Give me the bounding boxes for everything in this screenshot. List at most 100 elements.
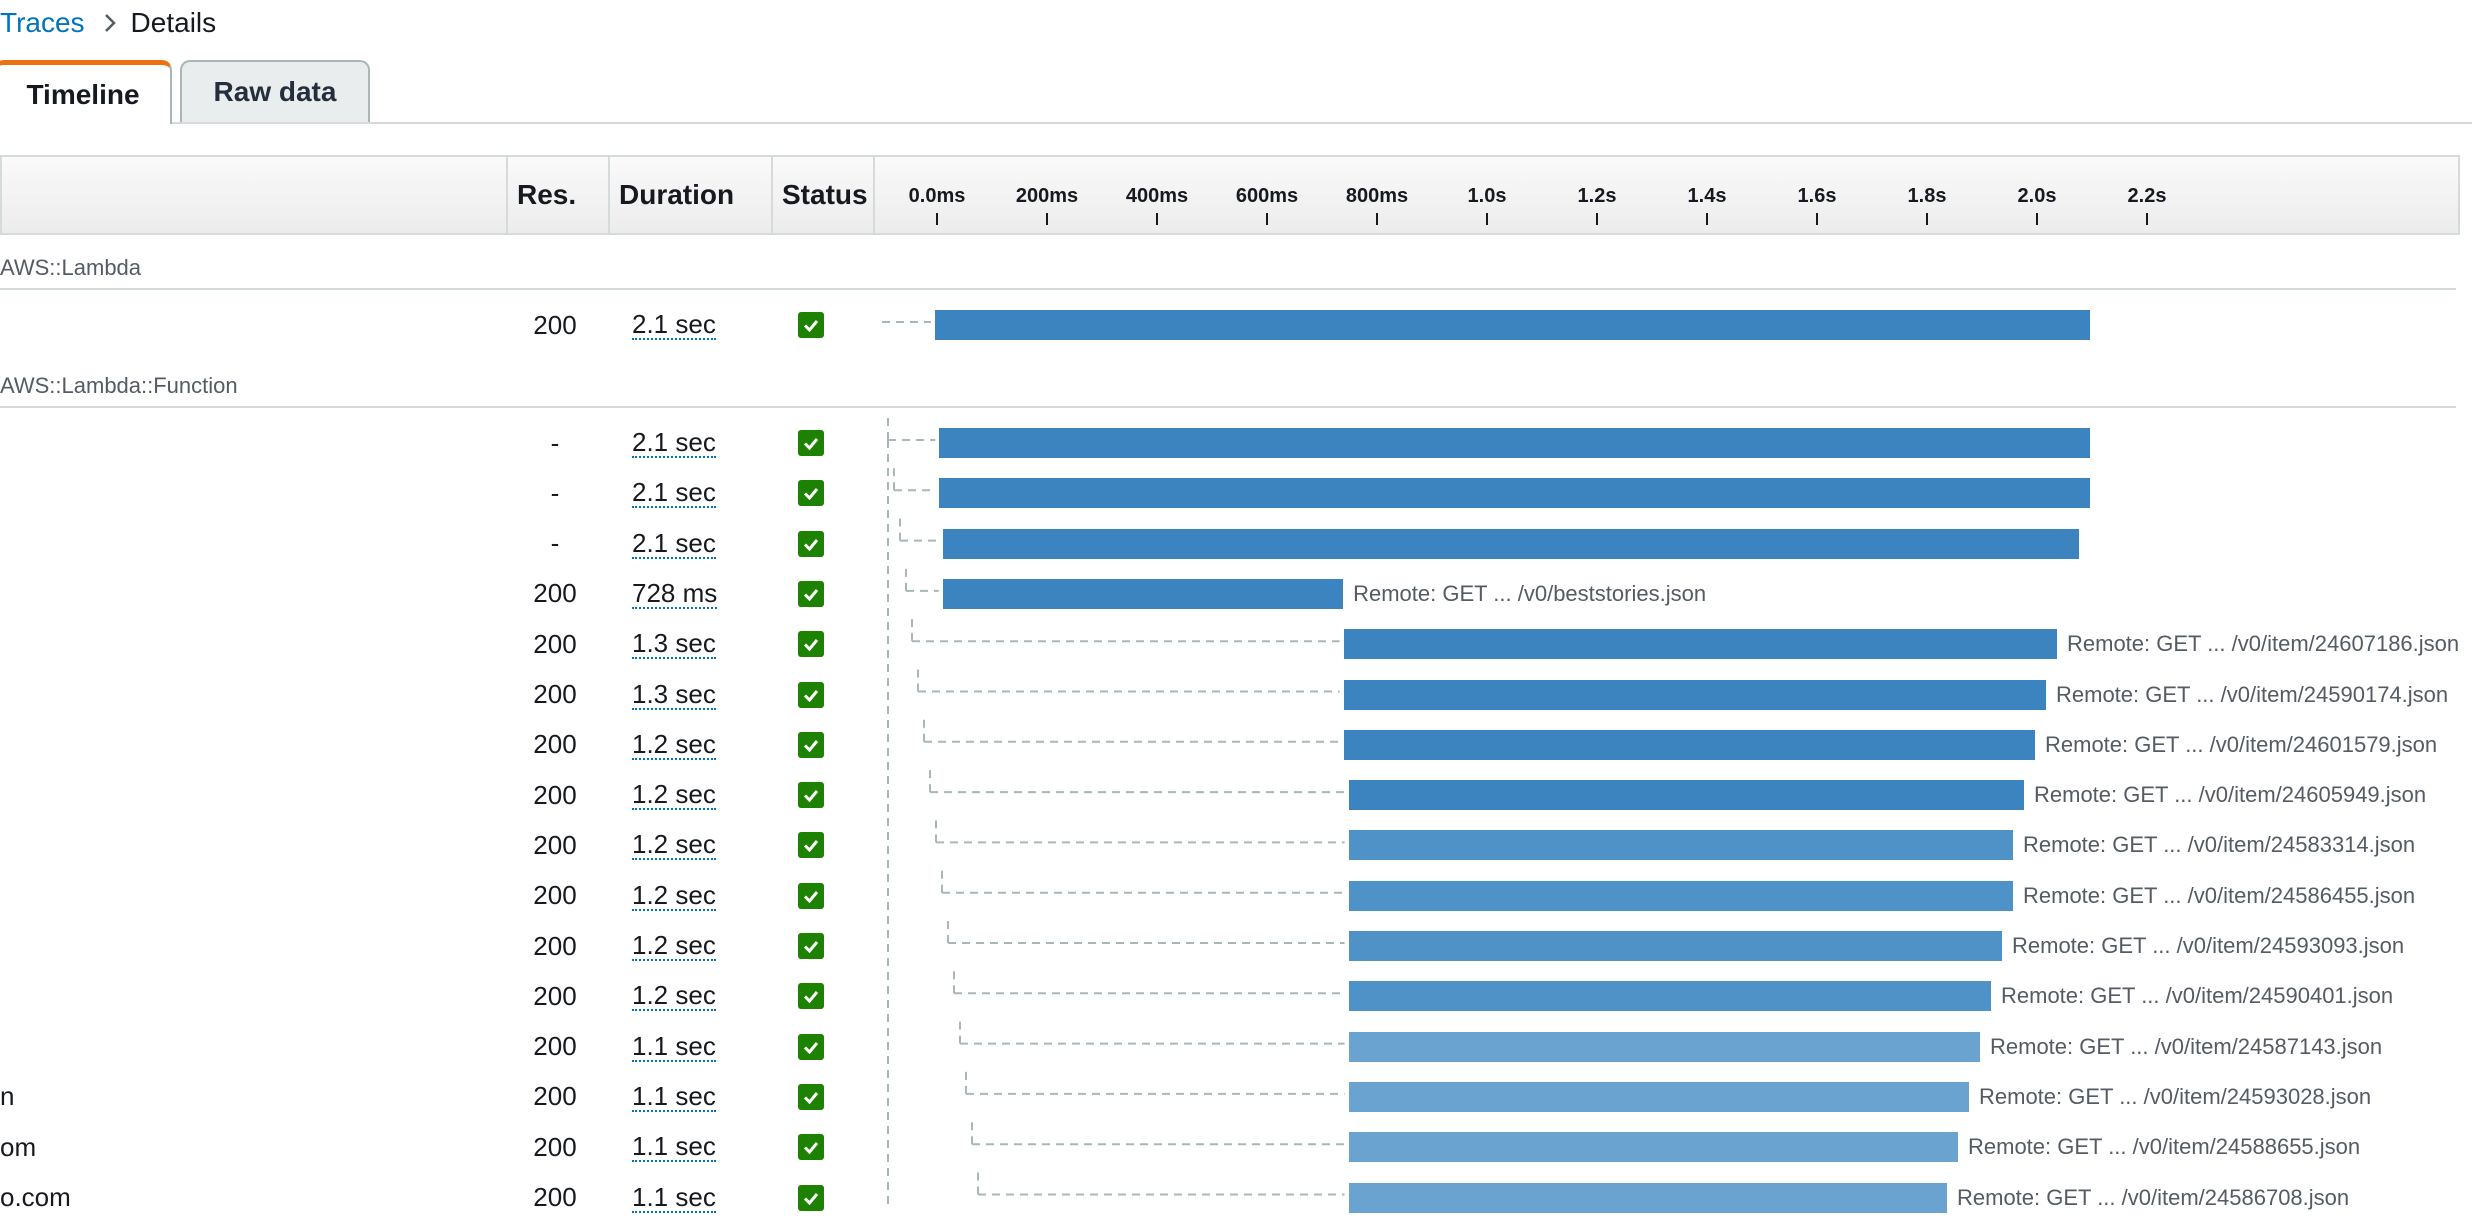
timeline-bar[interactable] [1348,1081,1969,1112]
duration-value[interactable]: 1.2 sec [632,770,716,820]
timeline-row[interactable]: n 200 1.1 sec Remote: GET ... /v0/item/2459… [0,1072,2472,1122]
duration-text: 1.2 sec [632,779,716,811]
status-ok-icon [798,1134,824,1161]
res-column-header[interactable]: Res. [517,157,576,233]
duration-value[interactable]: 1.3 sec [632,670,716,720]
timeline-row[interactable]: 200 2.1 sec [0,300,2472,350]
timeline-bar[interactable] [939,428,2090,458]
timeline-bar[interactable] [1348,1031,1980,1062]
timeline-row[interactable]: 200 1.2 sec Remote: GET ... /v0/item/24605… [0,770,2472,820]
duration-value[interactable]: 1.1 sec [632,1022,716,1072]
duration-text: 1.3 sec [632,628,716,660]
status-column-header[interactable]: Status [782,157,868,233]
group-header-lambda-function: AWS::Lambda::Function [0,373,238,398]
timeline-row[interactable]: 200 1.3 sec Remote: GET ... /v0/item/24590… [0,670,2472,720]
timeline-bar[interactable] [942,578,1344,609]
segment-name: om [0,1131,37,1162]
status-ok-icon [798,1033,824,1060]
timeline-bar[interactable] [1348,931,2002,961]
axis-tick-label: 2.2s [2127,185,2167,207]
duration-value[interactable]: 1.1 sec [632,1072,716,1122]
bar-label: Remote: GET ... /v0/item/24601579.json [2045,731,2438,757]
breadcrumb-traces-link[interactable]: Traces [0,7,85,39]
status-ok-icon [798,480,824,507]
duration-value[interactable]: 1.2 sec [632,921,716,971]
axis-tick-mark [1596,213,1598,225]
duration-value[interactable]: 728 ms [632,569,718,619]
timeline-bar[interactable] [1348,880,2013,911]
timeline-row[interactable]: 200 1.2 sec Remote: GET ... /v0/item/24583… [0,820,2472,870]
timeline-row[interactable]: 200 1.2 sec Remote: GET ... /v0/item/24586… [0,871,2472,921]
timeline-bar[interactable] [942,528,2079,559]
duration-value[interactable]: 1.1 sec [632,1122,716,1172]
response-code: 200 [533,980,577,1011]
axis-tick-label: 1.8s [1907,185,1947,207]
timeline-bar[interactable] [1348,1132,1958,1163]
timeline-row[interactable]: 200 1.2 sec Remote: GET ... /v0/item/24593… [0,921,2472,971]
response-code: 200 [533,309,577,340]
bar-label: Remote: GET ... /v0/item/24586455.json [2023,882,2416,908]
timeline-row[interactable]: 200 728 ms Remote: GET ... /v0/beststories… [0,569,2472,619]
timeline-row[interactable]: 200 1.2 sec Remote: GET ... /v0/item/24601… [0,720,2472,770]
response-code: 200 [533,1182,577,1212]
response-code: 200 [533,1131,577,1162]
timeline-row[interactable]: 200 1.1 sec Remote: GET ... /v0/item/24587… [0,1022,2472,1072]
axis-tick-label: 1.6s [1797,185,1837,207]
timeline-row[interactable]: om 200 1.1 sec Remote: GET ... /v0/item/245… [0,1122,2472,1172]
duration-value[interactable]: 2.1 sec [632,468,716,518]
axis-tick-mark [2146,213,2148,225]
axis-tick-label: 0.0ms [908,185,966,207]
duration-value[interactable]: 1.2 sec [632,971,716,1021]
duration-value[interactable]: 1.2 sec [632,871,716,921]
tab-raw-data[interactable]: Raw data [180,60,370,122]
timeline-row[interactable]: - 2.1 sec [0,468,2472,518]
timeline-bar[interactable] [1343,629,2057,660]
timeline-bar[interactable] [1348,1182,1947,1213]
timeline-bar[interactable] [935,310,2090,340]
duration-value[interactable]: 2.1 sec [632,418,716,468]
duration-text: 728 ms [632,577,718,609]
timeline-bar[interactable] [1343,679,2046,710]
duration-text: 1.2 sec [632,728,716,760]
duration-text: 2.1 sec [632,309,716,340]
group-header-lambda: AWS::Lambda [0,255,142,280]
axis-tick-mark [1706,213,1708,225]
status-ok-icon [798,832,824,859]
response-code: 200 [533,1081,577,1112]
axis-tick-label: 1.4s [1687,185,1727,207]
duration-value[interactable]: 2.1 sec [632,519,716,569]
status-ok-icon [798,1083,824,1110]
timeline-bar[interactable] [1348,830,2013,861]
duration-column-header[interactable]: Duration [619,157,734,233]
axis-tick-mark [1376,213,1378,225]
tab-bar: Timeline Raw data [0,60,2472,124]
duration-value[interactable]: 1.3 sec [632,619,716,669]
timeline-row[interactable]: 200 1.3 sec Remote: GET ... /v0/item/24607… [0,619,2472,669]
tab-timeline[interactable]: Timeline [0,60,172,124]
axis-tick-label: 1.2s [1577,185,1617,207]
timeline-row[interactable]: - 2.1 sec [0,418,2472,468]
group-divider [0,406,2456,408]
timeline-bar[interactable] [1348,780,2024,811]
timeline-bar[interactable] [1343,729,2035,760]
status-ok-icon [798,530,824,557]
timeline-row[interactable]: - 2.1 sec [0,519,2472,569]
duration-text: 2.1 sec [632,427,716,458]
timeline-row[interactable]: o.com 200 1.1 sec Remote: GET ... /v0/item/… [0,1173,2472,1223]
bar-label: Remote: GET ... /v0/item/24607186.json [2067,631,2460,657]
timeline-bar[interactable] [939,478,2090,509]
duration-value[interactable]: 1.2 sec [632,720,716,770]
duration-value[interactable]: 1.2 sec [632,820,716,870]
status-ok-icon [798,681,824,708]
timeline-bar[interactable] [1348,981,1991,1012]
duration-text: 1.2 sec [632,829,716,861]
timeline-row[interactable]: 200 1.2 sec Remote: GET ... /v0/item/24590… [0,971,2472,1021]
duration-value[interactable]: 2.1 sec [632,300,716,350]
duration-text: 1.1 sec [632,1030,716,1062]
axis-tick-label: 1.0s [1467,185,1507,207]
axis-tick-mark [1926,213,1928,225]
duration-text: 1.3 sec [632,678,716,710]
duration-value[interactable]: 1.1 sec [632,1173,716,1223]
duration-text: 2.1 sec [632,477,716,509]
response-code: 200 [533,930,577,961]
